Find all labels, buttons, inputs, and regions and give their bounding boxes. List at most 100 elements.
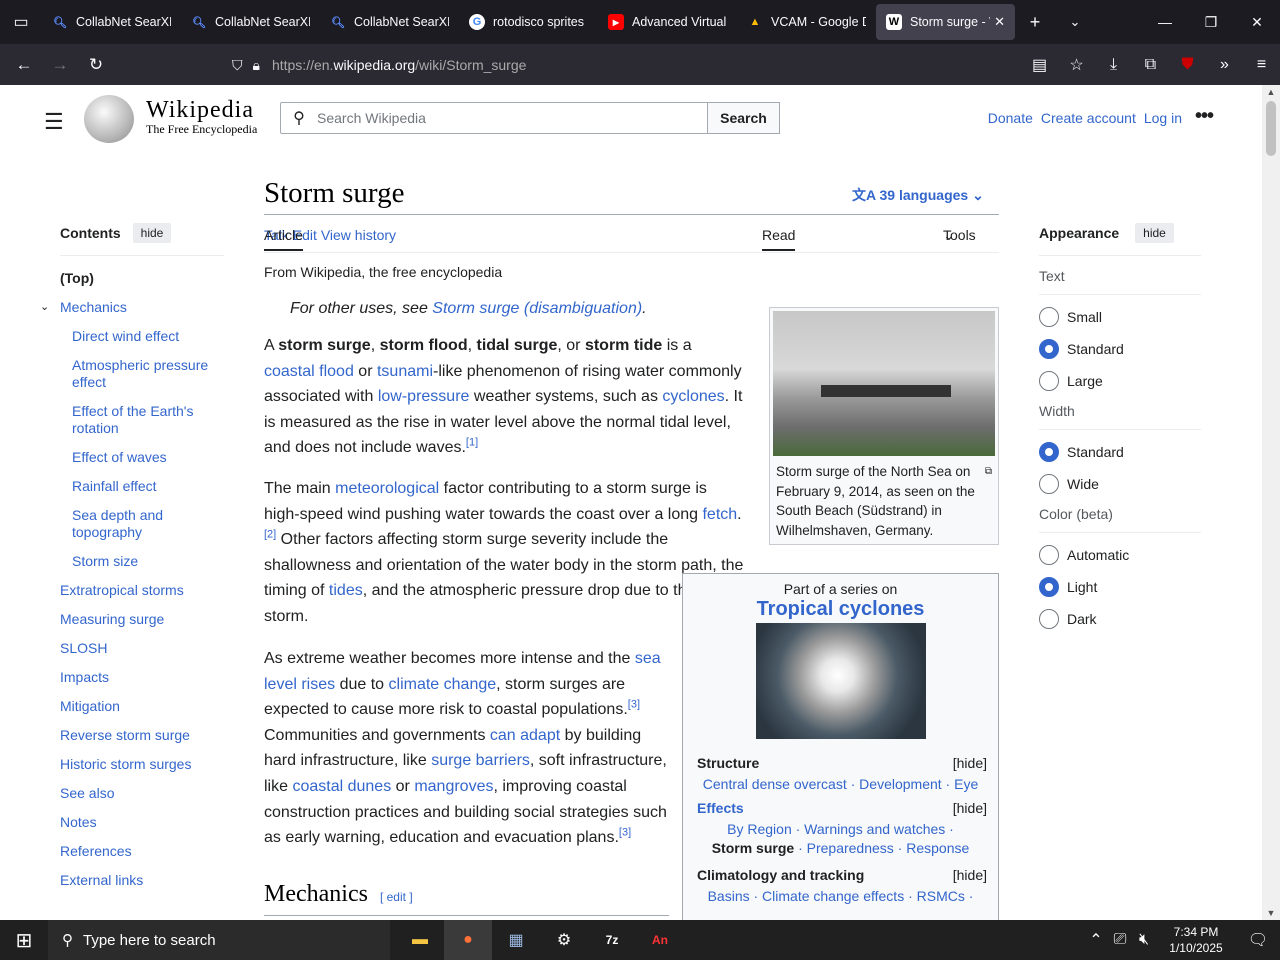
adobe-icon[interactable]: An [636, 920, 684, 960]
toc-link[interactable]: See also [60, 785, 114, 801]
toc-link[interactable]: Reverse storm surge [60, 727, 190, 743]
color-option-automatic[interactable]: Automatic [1039, 545, 1201, 565]
wikipedia-wordmark[interactable]: Wikipedia [146, 97, 254, 124]
storm-surge-photo[interactable] [773, 311, 995, 456]
citation[interactable]: [2] [264, 529, 276, 541]
section-edit-link[interactable]: [ edit ] [380, 890, 413, 904]
file-explorer-icon[interactable]: ▬ [396, 920, 444, 960]
tab-view-history[interactable]: View history [321, 227, 396, 243]
infobox-links[interactable]: By Region · Warnings and watches · [683, 820, 998, 839]
toc-item[interactable]: (Top) [60, 270, 224, 287]
new-tab-icon[interactable]: + [1015, 12, 1055, 33]
link-surge-barriers[interactable]: surge barriers [431, 752, 530, 769]
scrollbar-thumb[interactable] [1266, 101, 1276, 156]
toc-link[interactable]: Extratropical storms [60, 582, 184, 598]
tab-overview-icon[interactable]: ▭ [0, 0, 42, 44]
toc-link[interactable]: Effect of waves [72, 449, 167, 465]
minimize-icon[interactable]: — [1142, 14, 1188, 30]
scroll-up-icon[interactable]: ▲ [1262, 87, 1280, 97]
toc-item[interactable]: ⌄ Mechanics [40, 299, 224, 316]
section-effects[interactable]: Effects [697, 800, 744, 816]
link-coastal-flood[interactable]: coastal flood [264, 363, 354, 380]
toc-link[interactable]: Atmospheric pressure effect [72, 357, 208, 390]
toc-link[interactable]: References [60, 843, 132, 859]
login-link[interactable]: Log in [1144, 110, 1182, 126]
app-menu-icon[interactable]: ≡ [1243, 56, 1280, 74]
section-hide-link[interactable]: [hide] [953, 800, 987, 816]
radio-selected[interactable] [1039, 442, 1059, 462]
infobox-title[interactable]: Tropical cyclones [683, 598, 998, 621]
browser-tab[interactable]: ▲ VCAM - Google Dr [737, 4, 876, 40]
close-tab-icon[interactable]: ✕ [994, 14, 1005, 30]
chevron-up-icon[interactable]: ⌃ [1084, 930, 1108, 950]
tab-read[interactable]: Read [762, 227, 796, 251]
reader-view-icon[interactable]: ▤ [1021, 55, 1058, 75]
tab-list-chevron-icon[interactable]: ⌄ [1055, 14, 1095, 30]
toc-link[interactable]: Storm size [72, 553, 138, 569]
settings-gear-icon[interactable]: ⚙ [540, 920, 588, 960]
toc-link[interactable]: Measuring surge [60, 611, 164, 627]
windows-start-icon[interactable]: ⊞ [0, 920, 48, 960]
toc-link[interactable]: Mechanics [60, 299, 127, 315]
downloads-icon[interactable]: ⤓ [1095, 56, 1132, 74]
ublock-icon[interactable]: ⛊ [1169, 56, 1206, 74]
toc-link[interactable]: Rainfall effect [72, 478, 157, 494]
link-climate-change[interactable]: climate change [389, 676, 497, 693]
browser-tab[interactable]: 🔍︎ CollabNet SearXNG [42, 4, 181, 40]
section-hide-link[interactable]: [hide] [953, 867, 987, 883]
text-option-small[interactable]: Small [1039, 307, 1201, 327]
notifications-icon[interactable]: 🗨︎ [1236, 930, 1280, 950]
shield-icon[interactable]: ⛉ [232, 57, 243, 74]
radio[interactable] [1039, 609, 1059, 629]
toc-link[interactable]: Historic storm surges [60, 756, 191, 772]
link-fetch[interactable]: fetch [702, 506, 737, 523]
chevron-down-icon[interactable]: ⌄ [40, 299, 49, 316]
radio[interactable] [1039, 371, 1059, 391]
link-mangroves[interactable]: mangroves [414, 778, 493, 795]
radio[interactable] [1039, 474, 1059, 494]
radio-selected[interactable] [1039, 339, 1059, 359]
link-tides[interactable]: tides [329, 582, 363, 599]
wikipedia-globe-logo[interactable] [84, 95, 134, 143]
text-option-large[interactable]: Large [1039, 371, 1201, 391]
search-button[interactable]: Search [707, 102, 780, 134]
infobox-links[interactable]: Central dense overcast · Development · E… [683, 775, 998, 794]
search-input[interactable]: ⚲ Search Wikipedia [280, 102, 708, 134]
link-can-adapt[interactable]: can adapt [490, 727, 560, 744]
main-menu-icon[interactable]: ☰ [44, 109, 64, 135]
create-account-link[interactable]: Create account [1041, 110, 1136, 126]
infobox-links-tail[interactable]: · Preparedness · Response [794, 840, 969, 856]
browser-tab-active[interactable]: W Storm surge - W ✕ [876, 4, 1015, 40]
volume-muted-icon[interactable]: 🔇︎ [1132, 931, 1156, 949]
donate-link[interactable]: Donate [988, 110, 1033, 126]
clock[interactable]: 7:34 PM 1/10/2025 [1156, 924, 1236, 956]
link-coastal-dunes[interactable]: coastal dunes [292, 778, 391, 795]
color-option-dark[interactable]: Dark [1039, 609, 1201, 629]
citation[interactable]: [3] [619, 827, 631, 839]
toc-link[interactable]: Direct wind effect [72, 328, 179, 344]
toc-link[interactable]: Notes [60, 814, 97, 830]
radio[interactable] [1039, 307, 1059, 327]
scroll-down-icon[interactable]: ▼ [1262, 908, 1280, 918]
lock-icon[interactable]: 🔒︎ [253, 57, 260, 74]
network-icon[interactable]: ⎚ [1108, 931, 1132, 949]
more-options-icon[interactable]: ••• [1195, 105, 1214, 128]
section-hide-link[interactable]: [hide] [953, 755, 987, 771]
hatnote-link[interactable]: Storm surge (disambiguation) [432, 300, 642, 317]
app-window-icon[interactable]: ▦ [492, 920, 540, 960]
link-tsunami[interactable]: tsunami [377, 363, 433, 380]
hurricane-image[interactable] [755, 623, 926, 739]
back-icon[interactable]: ← [6, 55, 42, 75]
citation[interactable]: [3] [628, 699, 640, 711]
toc-link[interactable]: External links [60, 872, 143, 888]
extensions-icon[interactable]: ⧉ [1132, 56, 1169, 74]
text-option-standard[interactable]: Standard [1039, 339, 1201, 359]
reload-icon[interactable]: ↻ [78, 55, 114, 75]
link-low-pressure[interactable]: low-pressure [378, 388, 470, 405]
appearance-hide-button[interactable]: hide [1135, 223, 1174, 243]
toc-link[interactable]: Mitigation [60, 698, 120, 714]
browser-tab[interactable]: 🔍︎ CollabNet SearXNG [320, 4, 459, 40]
forward-icon[interactable]: → [42, 55, 78, 75]
overflow-chevrons-icon[interactable]: » [1206, 56, 1243, 74]
7zip-icon[interactable]: 7z [588, 920, 636, 960]
